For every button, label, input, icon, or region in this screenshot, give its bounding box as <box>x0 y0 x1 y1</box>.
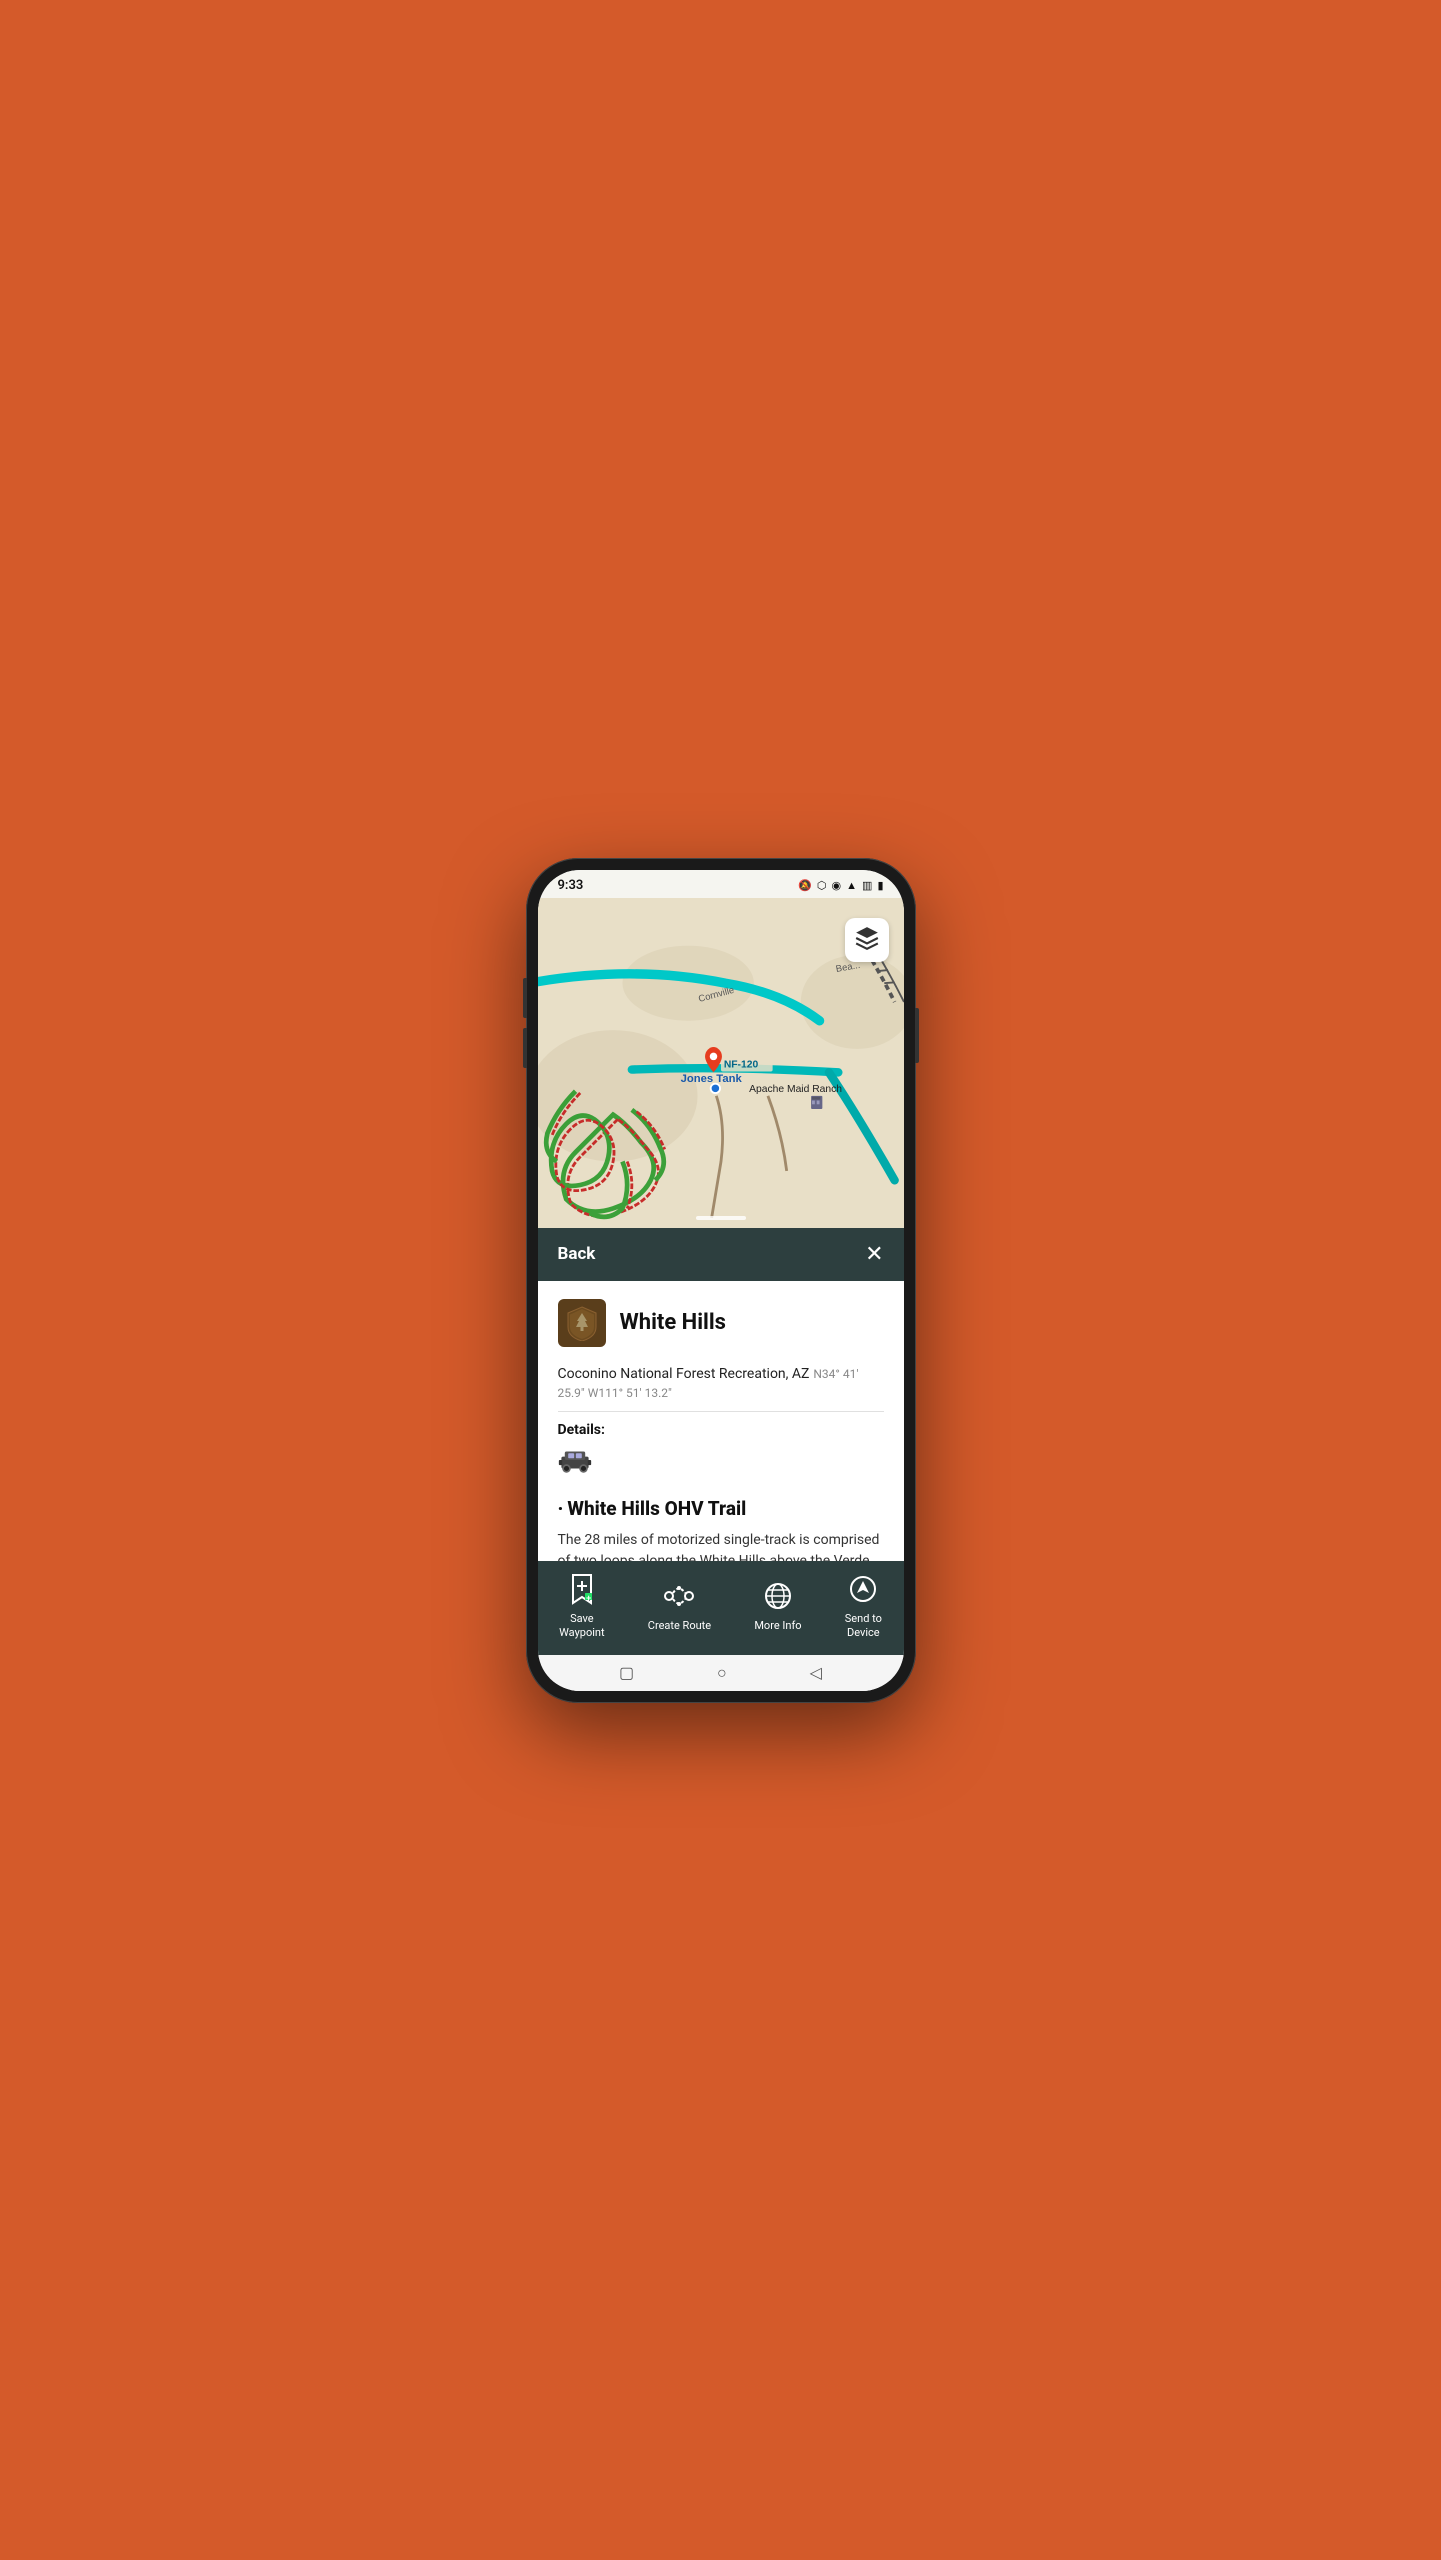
svg-text:Apache Maid Ranch: Apache Maid Ranch <box>749 1084 842 1095</box>
details-icons <box>558 1446 884 1481</box>
close-button[interactable]: ✕ <box>865 1242 883 1267</box>
place-name: White Hills <box>620 1310 727 1335</box>
status-time: 9:33 <box>558 878 584 893</box>
layer-toggle-button[interactable] <box>845 918 889 962</box>
save-waypoint-button[interactable]: + SaveWaypoint <box>559 1571 605 1641</box>
signal-bars-icon: ▥ <box>862 879 872 892</box>
mute-icon: 🔕 <box>798 879 812 892</box>
place-header: White Hills <box>558 1299 884 1347</box>
wifi-icon: ▲ <box>846 879 857 892</box>
trail-description: The 28 miles of motorized single-track i… <box>558 1530 884 1561</box>
svg-text:Cornville: Cornville <box>697 984 735 1003</box>
globe-icon <box>760 1578 796 1614</box>
action-bar: + SaveWaypoint Create Route <box>538 1561 904 1655</box>
volume-up-button[interactable] <box>523 978 527 1018</box>
create-route-label: Create Route <box>648 1619 711 1633</box>
back-nav-button[interactable]: ◁ <box>810 1663 822 1682</box>
save-waypoint-label: SaveWaypoint <box>559 1612 605 1641</box>
svg-text:Jones Tank: Jones Tank <box>680 1072 742 1084</box>
sheet-content: White Hills Coconino National Forest Rec… <box>538 1281 904 1561</box>
send-to-device-label: Send toDevice <box>845 1612 882 1641</box>
svg-text:+: + <box>586 1593 591 1603</box>
drag-handle[interactable] <box>696 1216 746 1220</box>
usfs-badge <box>558 1299 606 1347</box>
bluetooth-icon: ⬡ <box>817 879 827 892</box>
status-bar: 9:33 🔕 ⬡ ◉ ▲ ▥ ▮ <box>538 870 904 898</box>
usfs-shield-icon <box>566 1305 598 1341</box>
route-icon <box>661 1578 697 1614</box>
bookmark-plus-icon: + <box>564 1571 600 1607</box>
power-button[interactable] <box>915 1008 919 1063</box>
send-to-device-button[interactable]: Send toDevice <box>845 1571 882 1641</box>
volume-down-button[interactable] <box>523 1028 527 1068</box>
status-icons: 🔕 ⬡ ◉ ▲ ▥ ▮ <box>798 879 883 892</box>
navigation-icon <box>845 1571 881 1607</box>
details-label: Details: <box>558 1422 884 1438</box>
location-icon: ◉ <box>832 879 842 892</box>
sheet-header: Back ✕ <box>538 1228 904 1281</box>
recents-button[interactable]: ▢ <box>619 1663 634 1682</box>
map-area[interactable]: NF-120 Cornville Bea... Apache Maid Ranc… <box>538 898 904 1228</box>
trail-title: White Hills OHV Trail <box>558 1497 884 1520</box>
phone-screen: 9:33 🔕 ⬡ ◉ ▲ ▥ ▮ <box>538 870 904 1691</box>
phone-frame: 9:33 🔕 ⬡ ◉ ▲ ▥ ▮ <box>526 858 916 1703</box>
layers-icon <box>854 925 880 955</box>
more-info-button[interactable]: More Info <box>754 1578 801 1633</box>
vehicle-icon <box>558 1446 592 1481</box>
jeep-icon <box>558 1446 592 1474</box>
place-organization: Coconino National Forest Recreation, AZ <box>558 1366 810 1382</box>
more-info-label: More Info <box>754 1619 801 1633</box>
battery-icon: ▮ <box>877 879 883 892</box>
back-button[interactable]: Back <box>558 1244 596 1264</box>
home-button[interactable]: ○ <box>717 1663 727 1683</box>
android-nav-bar: ▢ ○ ◁ <box>538 1655 904 1691</box>
divider-1 <box>558 1411 884 1412</box>
svg-text:NF-120: NF-120 <box>723 1059 758 1070</box>
create-route-button[interactable]: Create Route <box>648 1578 711 1633</box>
